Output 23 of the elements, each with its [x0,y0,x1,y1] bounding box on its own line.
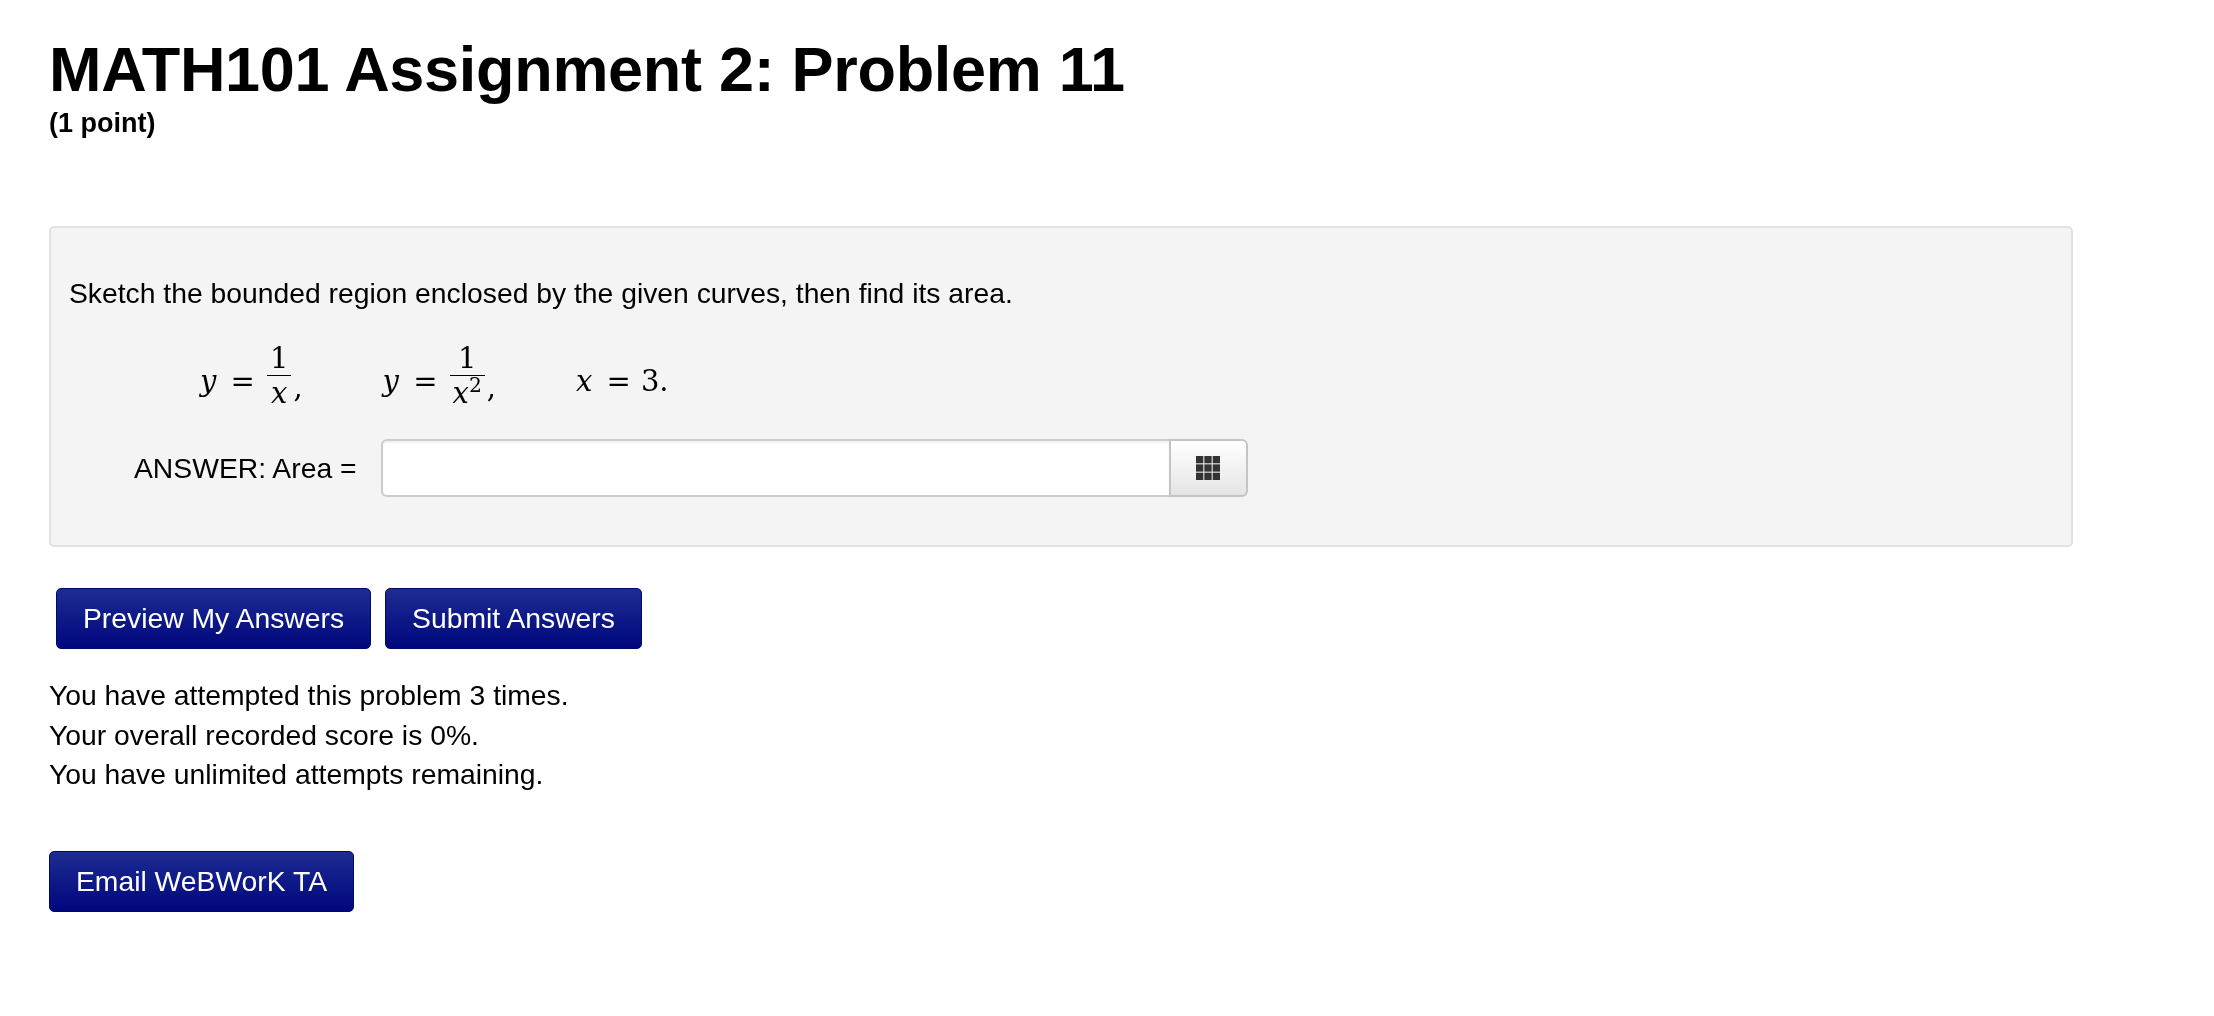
fraction-numerator: 1 [266,341,292,376]
equation-punctuation: , [293,368,303,405]
action-button[interactable]: Submit Answers [385,588,642,649]
equation-lhs: x = [576,362,631,399]
answer-label: ANSWER: Area = [134,451,357,486]
email-ta-button[interactable]: Email WeBWorK TA [49,850,355,912]
equation-lhs: y = [200,362,255,399]
problem-prompt: Sketch the bounded region enclosed by the given curves, then find its area. [69,276,1013,311]
equation-lhs: y = [382,362,438,399]
fraction-denominator: x$^{2}$ [451,376,483,410]
grid-icon [1196,456,1221,480]
equation-value: 3. [640,362,669,399]
fraction-numerator: 1 [449,341,485,376]
equation-punctuation: , [486,368,496,405]
status-message: Your overall recorded score is 0%. [49,717,479,753]
answer-field[interactable] [380,439,1169,497]
page-title: MATH101 Assignment 2: Problem 11 [49,33,1125,106]
fraction-denominator: x [269,376,289,410]
grid-button[interactable] [1168,439,1248,497]
points-label: (1 point) [49,107,156,140]
status-message: You have unlimited attempts remaining. [49,757,544,792]
action-button[interactable]: Preview My Answers [56,588,372,649]
status-message: You have attempted this problem 3 times. [49,678,569,713]
